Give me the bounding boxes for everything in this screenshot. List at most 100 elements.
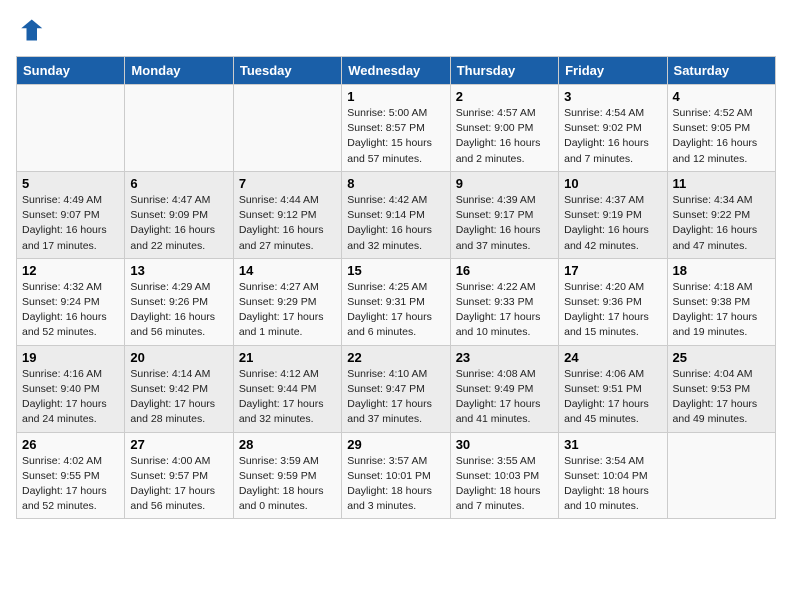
day-info: Sunrise: 4:49 AM Sunset: 9:07 PM Dayligh… [22,193,119,254]
day-number: 7 [239,176,336,191]
calendar-cell [233,85,341,172]
page-header [16,16,776,44]
calendar-cell: 21 Sunrise: 4:12 AM Sunset: 9:44 PM Dayli… [233,345,341,432]
day-info: Sunrise: 3:59 AM Sunset: 9:59 PM Dayligh… [239,454,336,515]
day-info: Sunrise: 4:39 AM Sunset: 9:17 PM Dayligh… [456,193,553,254]
calendar-cell [125,85,233,172]
calendar-cell: 27 Sunrise: 4:00 AM Sunset: 9:57 PM Dayli… [125,432,233,519]
logo-icon [16,16,44,44]
weekday-header-row: SundayMondayTuesdayWednesdayThursdayFrid… [17,57,776,85]
day-info: Sunrise: 4:00 AM Sunset: 9:57 PM Dayligh… [130,454,227,515]
calendar-cell: 9 Sunrise: 4:39 AM Sunset: 9:17 PM Daylig… [450,171,558,258]
day-number: 28 [239,437,336,452]
calendar-cell: 15Sunrise: 4:25 AM Sunset: 9:31 PM Dayli… [342,258,450,345]
day-info: Sunrise: 4:12 AM Sunset: 9:44 PM Dayligh… [239,367,336,428]
day-info: Sunrise: 4:27 AM Sunset: 9:29 PM Dayligh… [239,280,336,341]
calendar-cell: 18 Sunrise: 4:18 AM Sunset: 9:38 PM Dayli… [667,258,775,345]
day-number: 8 [347,176,444,191]
day-number: 11 [673,176,770,191]
day-info: Sunrise: 4:22 AM Sunset: 9:33 PM Dayligh… [456,280,553,341]
day-number: 29 [347,437,444,452]
calendar-cell: 17 Sunrise: 4:20 AM Sunset: 9:36 PM Dayli… [559,258,667,345]
day-info: Sunrise: 4:02 AM Sunset: 9:55 PM Dayligh… [22,454,119,515]
day-info: Sunrise: 4:34 AM Sunset: 9:22 PM Dayligh… [673,193,770,254]
calendar-cell: 20 Sunrise: 4:14 AM Sunset: 9:42 PM Dayli… [125,345,233,432]
day-number: 22 [347,350,444,365]
day-info: Sunrise: 3:57 AM Sunset: 10:01 PM Daylig… [347,454,444,515]
calendar-cell: 7 Sunrise: 4:44 AM Sunset: 9:12 PM Daylig… [233,171,341,258]
calendar-week-2: 5 Sunrise: 4:49 AM Sunset: 9:07 PM Daylig… [17,171,776,258]
calendar-cell: 22 Sunrise: 4:10 AM Sunset: 9:47 PM Dayli… [342,345,450,432]
calendar-week-1: 1 Sunrise: 5:00 AM Sunset: 8:57 PM Daylig… [17,85,776,172]
calendar-cell: 25 Sunrise: 4:04 AM Sunset: 9:53 PM Dayli… [667,345,775,432]
day-info: Sunrise: 4:16 AM Sunset: 9:40 PM Dayligh… [22,367,119,428]
weekday-header-friday: Friday [559,57,667,85]
calendar-cell: 5 Sunrise: 4:49 AM Sunset: 9:07 PM Daylig… [17,171,125,258]
weekday-header-wednesday: Wednesday [342,57,450,85]
calendar-cell: 26 Sunrise: 4:02 AM Sunset: 9:55 PM Dayli… [17,432,125,519]
calendar-cell: 6 Sunrise: 4:47 AM Sunset: 9:09 PM Daylig… [125,171,233,258]
calendar-cell: 30Sunrise: 3:55 AM Sunset: 10:03 PM Dayl… [450,432,558,519]
day-number: 21 [239,350,336,365]
day-info: Sunrise: 4:54 AM Sunset: 9:02 PM Dayligh… [564,106,661,167]
calendar-week-4: 19 Sunrise: 4:16 AM Sunset: 9:40 PM Dayli… [17,345,776,432]
day-info: Sunrise: 4:25 AM Sunset: 9:31 PM Dayligh… [347,280,444,341]
day-number: 17 [564,263,661,278]
calendar-week-5: 26 Sunrise: 4:02 AM Sunset: 9:55 PM Dayli… [17,432,776,519]
day-info: Sunrise: 4:57 AM Sunset: 9:00 PM Dayligh… [456,106,553,167]
day-number: 14 [239,263,336,278]
calendar-cell: 28 Sunrise: 3:59 AM Sunset: 9:59 PM Dayli… [233,432,341,519]
day-number: 16 [456,263,553,278]
calendar-cell: 2 Sunrise: 4:57 AM Sunset: 9:00 PM Daylig… [450,85,558,172]
day-number: 2 [456,89,553,104]
calendar-cell: 10Sunrise: 4:37 AM Sunset: 9:19 PM Dayli… [559,171,667,258]
calendar-cell: 3 Sunrise: 4:54 AM Sunset: 9:02 PM Daylig… [559,85,667,172]
day-number: 31 [564,437,661,452]
day-info: Sunrise: 3:54 AM Sunset: 10:04 PM Daylig… [564,454,661,515]
weekday-header-sunday: Sunday [17,57,125,85]
calendar-cell: 19 Sunrise: 4:16 AM Sunset: 9:40 PM Dayli… [17,345,125,432]
day-number: 27 [130,437,227,452]
day-number: 25 [673,350,770,365]
weekday-header-thursday: Thursday [450,57,558,85]
day-number: 23 [456,350,553,365]
day-info: Sunrise: 4:44 AM Sunset: 9:12 PM Dayligh… [239,193,336,254]
day-number: 12 [22,263,119,278]
calendar-week-3: 12Sunrise: 4:32 AM Sunset: 9:24 PM Dayli… [17,258,776,345]
calendar-cell: 12Sunrise: 4:32 AM Sunset: 9:24 PM Dayli… [17,258,125,345]
day-number: 4 [673,89,770,104]
calendar-cell: 13Sunrise: 4:29 AM Sunset: 9:26 PM Dayli… [125,258,233,345]
calendar-cell: 23Sunrise: 4:08 AM Sunset: 9:49 PM Dayli… [450,345,558,432]
day-number: 26 [22,437,119,452]
day-info: Sunrise: 4:37 AM Sunset: 9:19 PM Dayligh… [564,193,661,254]
day-info: Sunrise: 4:47 AM Sunset: 9:09 PM Dayligh… [130,193,227,254]
day-info: Sunrise: 3:55 AM Sunset: 10:03 PM Daylig… [456,454,553,515]
day-number: 9 [456,176,553,191]
day-info: Sunrise: 4:14 AM Sunset: 9:42 PM Dayligh… [130,367,227,428]
day-info: Sunrise: 4:52 AM Sunset: 9:05 PM Dayligh… [673,106,770,167]
calendar-cell: 16 Sunrise: 4:22 AM Sunset: 9:33 PM Dayli… [450,258,558,345]
calendar-table: SundayMondayTuesdayWednesdayThursdayFrid… [16,56,776,519]
calendar-cell: 24Sunrise: 4:06 AM Sunset: 9:51 PM Dayli… [559,345,667,432]
weekday-header-monday: Monday [125,57,233,85]
calendar-cell: 4 Sunrise: 4:52 AM Sunset: 9:05 PM Daylig… [667,85,775,172]
day-info: Sunrise: 4:10 AM Sunset: 9:47 PM Dayligh… [347,367,444,428]
calendar-cell: 29 Sunrise: 3:57 AM Sunset: 10:01 PM Dayl… [342,432,450,519]
day-number: 20 [130,350,227,365]
day-number: 18 [673,263,770,278]
day-number: 1 [347,89,444,104]
day-info: Sunrise: 5:00 AM Sunset: 8:57 PM Dayligh… [347,106,444,167]
day-number: 3 [564,89,661,104]
day-info: Sunrise: 4:18 AM Sunset: 9:38 PM Dayligh… [673,280,770,341]
day-number: 19 [22,350,119,365]
day-number: 5 [22,176,119,191]
calendar-cell: 14 Sunrise: 4:27 AM Sunset: 9:29 PM Dayli… [233,258,341,345]
day-info: Sunrise: 4:06 AM Sunset: 9:51 PM Dayligh… [564,367,661,428]
calendar-cell: 11 Sunrise: 4:34 AM Sunset: 9:22 PM Dayli… [667,171,775,258]
day-info: Sunrise: 4:20 AM Sunset: 9:36 PM Dayligh… [564,280,661,341]
logo [16,16,48,44]
day-info: Sunrise: 4:29 AM Sunset: 9:26 PM Dayligh… [130,280,227,341]
day-info: Sunrise: 4:04 AM Sunset: 9:53 PM Dayligh… [673,367,770,428]
day-info: Sunrise: 4:42 AM Sunset: 9:14 PM Dayligh… [347,193,444,254]
day-number: 6 [130,176,227,191]
